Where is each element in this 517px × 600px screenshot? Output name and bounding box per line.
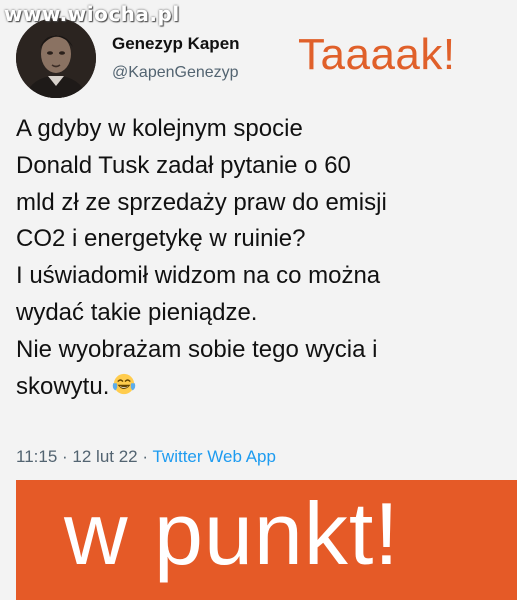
tweet-meta: 11:15 · 12 lut 22 · Twitter Web App	[16, 447, 276, 467]
tweet-line: mld zł ze sprzedaży praw do emisji	[16, 188, 387, 216]
face-with-tears-of-joy-icon	[113, 373, 136, 394]
caption-banner: w punkt!	[0, 480, 517, 600]
twitter-client-link[interactable]: Twitter Web App	[152, 447, 275, 466]
reaction-caption: Taaaak!	[298, 30, 456, 79]
tweet-line: CO2 i energetykę w ruinie?	[16, 225, 306, 253]
meta-separator: ·	[62, 447, 68, 466]
site-watermark: www.wiocha.pl	[4, 2, 180, 26]
tweet-line: Donald Tusk zadał pytanie o 60	[16, 151, 351, 179]
avatar-portrait-icon	[16, 18, 96, 98]
avatar[interactable]	[16, 18, 96, 98]
tweet-date[interactable]: 12 lut 22	[72, 447, 137, 466]
tweet-line: Nie wyobrażam sobie tego wycia i	[16, 335, 378, 363]
tweet-line: I uświadomił widzom na co można	[16, 262, 381, 290]
tweet-line: A gdyby w kolejnym spocie	[16, 115, 303, 142]
tweet-text: A gdyby w kolejnym spocie Donald Tusk za…	[16, 111, 508, 405]
tweet-line: skowytu.	[16, 372, 110, 400]
display-name[interactable]: Genezyp Kapen	[112, 34, 240, 54]
tweet-time[interactable]: 11:15	[16, 447, 57, 466]
caption-banner-background: w punkt!	[16, 480, 517, 600]
tweet-line: wydać takie pieniądze.	[16, 298, 258, 326]
tweet-card: Genezyp Kapen @KapenGenezyp Taaaak! A gd…	[0, 0, 517, 478]
tweet-last-line: skowytu.	[16, 369, 508, 406]
caption-banner-text: w punkt!	[64, 484, 400, 583]
meta-separator: ·	[142, 447, 149, 466]
user-handle[interactable]: @KapenGenezyp	[112, 64, 239, 82]
